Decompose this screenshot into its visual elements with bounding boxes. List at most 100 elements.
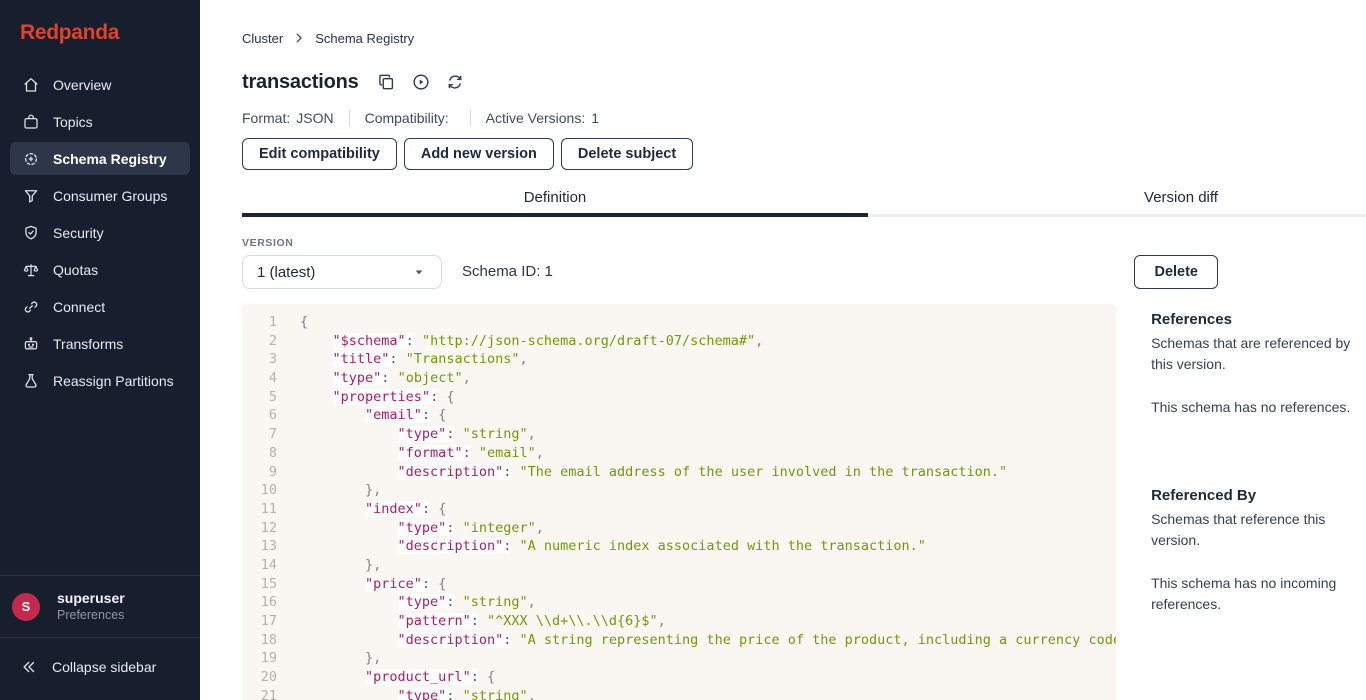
code-text: "description": "A string representing th…	[277, 631, 1116, 650]
user-name: superuser	[57, 589, 125, 607]
code-text: "email": {	[277, 406, 446, 425]
tab-version-diff[interactable]: Version diff	[868, 189, 1366, 214]
sidebar-item-label: Schema Registry	[53, 151, 167, 167]
schema-code-editor[interactable]: 1{2 "$schema": "http://json-schema.org/d…	[242, 304, 1116, 700]
line-number: 20	[242, 668, 277, 687]
sidebar-item-connect[interactable]: Connect	[10, 290, 190, 323]
referenced-by-empty-text: This schema has no incoming references.	[1151, 573, 1366, 615]
line-number: 8	[242, 444, 277, 463]
code-line: 16 "type": "string",	[242, 593, 1116, 612]
collapse-sidebar-button[interactable]: Collapse sidebar	[0, 638, 200, 700]
code-text: "properties": {	[277, 388, 454, 407]
line-number: 16	[242, 593, 277, 612]
references-description: Schemas that are referenced by this vers…	[1151, 333, 1366, 375]
code-text: "description": "A numeric index associat…	[277, 537, 926, 556]
code-line: 1{	[242, 313, 1116, 332]
delete-subject-button[interactable]: Delete subject	[561, 138, 693, 170]
sidebar-item-security[interactable]: Security	[10, 216, 190, 249]
sidebar-item-label: Topics	[53, 114, 93, 130]
code-text: "pattern": "^XXX \\d+\\.\\d{6}$",	[277, 612, 666, 631]
code-text: "description": "The email address of the…	[277, 463, 1007, 482]
main-panel: Cluster Schema Registry transactions	[200, 0, 1366, 700]
code-line: 8 "format": "email",	[242, 444, 1116, 463]
code-line: 6 "email": {	[242, 406, 1116, 425]
code-line: 15 "price": {	[242, 575, 1116, 594]
line-number: 11	[242, 500, 277, 519]
code-text: "type": "object",	[277, 369, 471, 388]
refresh-icon[interactable]	[445, 72, 465, 92]
format-value: JSON	[296, 110, 333, 126]
schema-registry-icon	[22, 150, 40, 168]
breadcrumb-schema-registry[interactable]: Schema Registry	[315, 31, 414, 46]
version-label: VERSION	[242, 237, 442, 249]
code-line: 7 "type": "string",	[242, 425, 1116, 444]
play-circle-icon[interactable]	[411, 72, 431, 92]
sidebar-item-transforms[interactable]: Transforms	[10, 327, 190, 360]
sidebar-item-consumer-groups[interactable]: Consumer Groups	[10, 179, 190, 212]
code-line: 3 "title": "Transactions",	[242, 350, 1116, 369]
version-select-value: 1 (latest)	[257, 264, 411, 281]
code-text: "type": "string",	[277, 687, 536, 700]
copy-icon[interactable]	[377, 72, 397, 92]
sidebar-nav: Overview Topics Schema Registry Consumer Gr…	[0, 56, 200, 397]
meta-divider	[470, 110, 471, 126]
user-preferences-link[interactable]: Preferences	[57, 607, 125, 624]
version-select[interactable]: 1 (latest)	[242, 255, 442, 289]
double-chevron-left-icon	[20, 658, 38, 676]
referenced-by-description: Schemas that reference this version.	[1151, 509, 1366, 551]
code-text: "product_url": {	[277, 668, 495, 687]
code-text: "type": "string",	[277, 425, 536, 444]
sidebar-item-label: Reassign Partitions	[53, 373, 174, 389]
home-icon	[22, 76, 40, 94]
sidebar-spacer	[0, 397, 200, 575]
code-line: 21 "type": "string",	[242, 687, 1116, 700]
security-icon	[22, 224, 40, 242]
delete-version-button[interactable]: Delete	[1134, 255, 1218, 289]
version-bar: VERSION 1 (latest) Schema ID: 1 Delete	[242, 237, 1218, 289]
collapse-sidebar-label: Collapse sidebar	[52, 659, 156, 675]
code-text: "type": "integer",	[277, 519, 544, 538]
active-versions-value: 1	[591, 110, 599, 126]
sidebar-item-label: Quotas	[53, 262, 98, 278]
format-label: Format:	[242, 110, 290, 126]
avatar: S	[12, 593, 40, 621]
sidebar-item-topics[interactable]: Topics	[10, 105, 190, 138]
code-text: "type": "string",	[277, 593, 536, 612]
sidebar-item-overview[interactable]: Overview	[10, 68, 190, 101]
line-number: 14	[242, 556, 277, 575]
line-number: 4	[242, 369, 277, 388]
compatibility-label: Compatibility:	[365, 110, 449, 126]
breadcrumb: Cluster Schema Registry	[242, 30, 1366, 46]
line-number: 1	[242, 313, 277, 332]
subject-meta: Format: JSON Compatibility: Active Versi…	[242, 109, 1366, 126]
add-new-version-button[interactable]: Add new version	[404, 138, 554, 170]
sidebar-item-schema-registry[interactable]: Schema Registry	[10, 142, 190, 175]
code-text: },	[277, 649, 381, 668]
tab-definition[interactable]: Definition	[242, 189, 868, 214]
line-number: 7	[242, 425, 277, 444]
code-line: 19 },	[242, 649, 1116, 668]
sidebar-item-quotas[interactable]: Quotas	[10, 253, 190, 286]
sidebar-item-label: Overview	[53, 77, 111, 93]
code-text: "price": {	[277, 575, 446, 594]
references-section: References Schemas that are referenced b…	[1151, 312, 1366, 418]
code-text: "index": {	[277, 500, 446, 519]
line-number: 21	[242, 687, 277, 700]
code-text: },	[277, 556, 381, 575]
code-line: 17 "pattern": "^XXX \\d+\\.\\d{6}$",	[242, 612, 1116, 631]
code-text: "$schema": "http://json-schema.org/draft…	[277, 332, 763, 351]
sidebar-item-reassign-partitions[interactable]: Reassign Partitions	[10, 364, 190, 397]
referenced-by-section: Referenced By Schemas that reference thi…	[1151, 488, 1366, 615]
edit-compatibility-button[interactable]: Edit compatibility	[242, 138, 397, 170]
sidebar: Redpanda OverviewTopicsSchema RegistryCo…	[0, 0, 200, 700]
sidebar-item-label: Transforms	[53, 336, 123, 352]
consumer-groups-icon	[22, 187, 40, 205]
user-profile[interactable]: S superuser Preferences	[0, 576, 200, 637]
line-number: 10	[242, 481, 277, 500]
sidebar-item-label: Security	[53, 225, 104, 241]
transforms-icon	[22, 335, 40, 353]
breadcrumb-cluster[interactable]: Cluster	[242, 31, 283, 46]
app-root: Redpanda OverviewTopicsSchema RegistryCo…	[0, 0, 1366, 700]
reassign-partitions-icon	[22, 372, 40, 390]
references-title: References	[1151, 312, 1366, 327]
